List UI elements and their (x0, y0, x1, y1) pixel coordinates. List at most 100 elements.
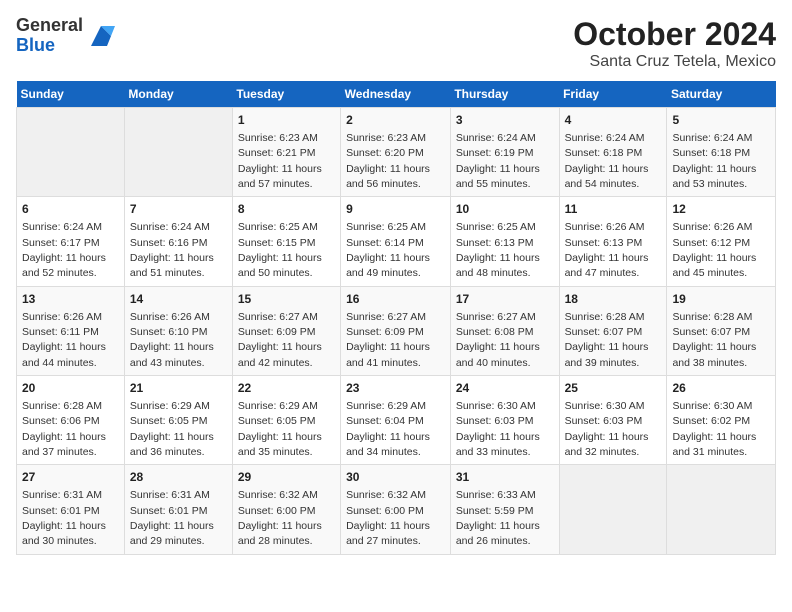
calendar-cell: 4Sunrise: 6:24 AM Sunset: 6:18 PM Daylig… (559, 108, 667, 197)
day-info: Sunrise: 6:25 AM Sunset: 6:14 PM Dayligh… (346, 221, 430, 279)
day-number: 2 (346, 112, 445, 129)
day-info: Sunrise: 6:28 AM Sunset: 6:06 PM Dayligh… (22, 400, 106, 458)
logo-general: General (16, 16, 83, 36)
header-monday: Monday (124, 81, 232, 108)
day-info: Sunrise: 6:28 AM Sunset: 6:07 PM Dayligh… (565, 311, 649, 369)
day-info: Sunrise: 6:27 AM Sunset: 6:09 PM Dayligh… (346, 311, 430, 369)
calendar-cell: 16 Sunrise: 6:27 AM Sunset: 6:09 PM Dayli… (341, 286, 451, 375)
header-thursday: Thursday (450, 81, 559, 108)
calendar-cell: 5Sunrise: 6:24 AM Sunset: 6:18 PM Daylig… (667, 108, 776, 197)
calendar-cell: 9Sunrise: 6:25 AM Sunset: 6:14 PM Daylig… (341, 197, 451, 286)
day-number: 15 (238, 291, 335, 308)
day-number: 18 (565, 291, 662, 308)
calendar-cell: 18 Sunrise: 6:28 AM Sunset: 6:07 PM Dayli… (559, 286, 667, 375)
calendar-cell: 30 Sunrise: 6:32 AM Sunset: 6:00 PM Dayli… (341, 465, 451, 554)
day-info: Sunrise: 6:32 AM Sunset: 6:00 PM Dayligh… (346, 489, 430, 547)
calendar-cell: 14 Sunrise: 6:26 AM Sunset: 6:10 PM Dayli… (124, 286, 232, 375)
calendar-cell (124, 108, 232, 197)
day-info: Sunrise: 6:29 AM Sunset: 6:05 PM Dayligh… (130, 400, 214, 458)
logo: General Blue (16, 16, 115, 56)
calendar-week-1: 1 Sunrise: 6:23 AM Sunset: 6:21 PM Daylig… (17, 108, 776, 197)
calendar-cell: 29Sunrise: 6:32 AM Sunset: 6:00 PM Dayli… (232, 465, 340, 554)
calendar-cell (667, 465, 776, 554)
calendar-cell: 7 Sunrise: 6:24 AM Sunset: 6:16 PM Daylig… (124, 197, 232, 286)
calendar-header: SundayMondayTuesdayWednesdayThursdayFrid… (17, 81, 776, 108)
calendar-cell: 27Sunrise: 6:31 AM Sunset: 6:01 PM Dayli… (17, 465, 125, 554)
calendar-cell: 13Sunrise: 6:26 AM Sunset: 6:11 PM Dayli… (17, 286, 125, 375)
page-subtitle: Santa Cruz Tetela, Mexico (573, 53, 776, 71)
header-row: SundayMondayTuesdayWednesdayThursdayFrid… (17, 81, 776, 108)
day-info: Sunrise: 6:31 AM Sunset: 6:01 PM Dayligh… (130, 489, 214, 547)
calendar-week-3: 13Sunrise: 6:26 AM Sunset: 6:11 PM Dayli… (17, 286, 776, 375)
calendar-cell: 26 Sunrise: 6:30 AM Sunset: 6:02 PM Dayli… (667, 376, 776, 465)
day-number: 7 (130, 201, 227, 218)
day-info: Sunrise: 6:26 AM Sunset: 6:10 PM Dayligh… (130, 311, 214, 369)
day-number: 23 (346, 380, 445, 397)
calendar-body: 1 Sunrise: 6:23 AM Sunset: 6:21 PM Daylig… (17, 108, 776, 555)
day-info: Sunrise: 6:29 AM Sunset: 6:05 PM Dayligh… (238, 400, 322, 458)
calendar-cell: 6 Sunrise: 6:24 AM Sunset: 6:17 PM Daylig… (17, 197, 125, 286)
day-number: 26 (672, 380, 770, 397)
day-info: Sunrise: 6:31 AM Sunset: 6:01 PM Dayligh… (22, 489, 106, 547)
header-friday: Friday (559, 81, 667, 108)
day-info: Sunrise: 6:24 AM Sunset: 6:17 PM Dayligh… (22, 221, 106, 279)
calendar-cell: 2 Sunrise: 6:23 AM Sunset: 6:20 PM Daylig… (341, 108, 451, 197)
day-info: Sunrise: 6:26 AM Sunset: 6:12 PM Dayligh… (672, 221, 756, 279)
day-info: Sunrise: 6:24 AM Sunset: 6:19 PM Dayligh… (456, 132, 540, 190)
day-info: Sunrise: 6:27 AM Sunset: 6:08 PM Dayligh… (456, 311, 540, 369)
page-header: General Blue October 2024 Santa Cruz Tet… (16, 16, 776, 71)
day-number: 21 (130, 380, 227, 397)
day-number: 29 (238, 469, 335, 486)
day-number: 14 (130, 291, 227, 308)
day-info: Sunrise: 6:24 AM Sunset: 6:18 PM Dayligh… (565, 132, 649, 190)
day-info: Sunrise: 6:27 AM Sunset: 6:09 PM Dayligh… (238, 311, 322, 369)
day-info: Sunrise: 6:26 AM Sunset: 6:11 PM Dayligh… (22, 311, 106, 369)
calendar-cell: 8 Sunrise: 6:25 AM Sunset: 6:15 PM Daylig… (232, 197, 340, 286)
calendar-cell: 19Sunrise: 6:28 AM Sunset: 6:07 PM Dayli… (667, 286, 776, 375)
day-info: Sunrise: 6:24 AM Sunset: 6:16 PM Dayligh… (130, 221, 214, 279)
page-title: October 2024 (573, 16, 776, 53)
day-number: 16 (346, 291, 445, 308)
day-number: 12 (672, 201, 770, 218)
header-sunday: Sunday (17, 81, 125, 108)
calendar-cell: 12 Sunrise: 6:26 AM Sunset: 6:12 PM Dayli… (667, 197, 776, 286)
calendar-cell: 24Sunrise: 6:30 AM Sunset: 6:03 PM Dayli… (450, 376, 559, 465)
day-info: Sunrise: 6:24 AM Sunset: 6:18 PM Dayligh… (672, 132, 756, 190)
calendar-cell: 22Sunrise: 6:29 AM Sunset: 6:05 PM Dayli… (232, 376, 340, 465)
day-number: 20 (22, 380, 119, 397)
day-number: 3 (456, 112, 554, 129)
day-number: 30 (346, 469, 445, 486)
calendar-table: SundayMondayTuesdayWednesdayThursdayFrid… (16, 81, 776, 555)
day-number: 6 (22, 201, 119, 218)
logo-text: General Blue (16, 16, 83, 56)
day-info: Sunrise: 6:23 AM Sunset: 6:20 PM Dayligh… (346, 132, 430, 190)
header-tuesday: Tuesday (232, 81, 340, 108)
day-info: Sunrise: 6:30 AM Sunset: 6:03 PM Dayligh… (565, 400, 649, 458)
title-block: October 2024 Santa Cruz Tetela, Mexico (573, 16, 776, 71)
day-number: 25 (565, 380, 662, 397)
calendar-week-2: 6 Sunrise: 6:24 AM Sunset: 6:17 PM Daylig… (17, 197, 776, 286)
day-number: 8 (238, 201, 335, 218)
calendar-cell: 21 Sunrise: 6:29 AM Sunset: 6:05 PM Dayli… (124, 376, 232, 465)
day-info: Sunrise: 6:23 AM Sunset: 6:21 PM Dayligh… (238, 132, 322, 190)
logo-icon (87, 22, 115, 50)
day-number: 1 (238, 112, 335, 129)
day-number: 31 (456, 469, 554, 486)
calendar-cell: 1 Sunrise: 6:23 AM Sunset: 6:21 PM Daylig… (232, 108, 340, 197)
calendar-cell: 20 Sunrise: 6:28 AM Sunset: 6:06 PM Dayli… (17, 376, 125, 465)
calendar-week-5: 27Sunrise: 6:31 AM Sunset: 6:01 PM Dayli… (17, 465, 776, 554)
calendar-cell: 3 Sunrise: 6:24 AM Sunset: 6:19 PM Daylig… (450, 108, 559, 197)
day-number: 17 (456, 291, 554, 308)
day-number: 11 (565, 201, 662, 218)
day-info: Sunrise: 6:30 AM Sunset: 6:03 PM Dayligh… (456, 400, 540, 458)
day-info: Sunrise: 6:28 AM Sunset: 6:07 PM Dayligh… (672, 311, 756, 369)
day-info: Sunrise: 6:26 AM Sunset: 6:13 PM Dayligh… (565, 221, 649, 279)
day-info: Sunrise: 6:29 AM Sunset: 6:04 PM Dayligh… (346, 400, 430, 458)
logo-blue: Blue (16, 36, 83, 56)
calendar-cell: 10Sunrise: 6:25 AM Sunset: 6:13 PM Dayli… (450, 197, 559, 286)
day-info: Sunrise: 6:25 AM Sunset: 6:13 PM Dayligh… (456, 221, 540, 279)
calendar-cell: 31Sunrise: 6:33 AM Sunset: 5:59 PM Dayli… (450, 465, 559, 554)
day-info: Sunrise: 6:25 AM Sunset: 6:15 PM Dayligh… (238, 221, 322, 279)
header-saturday: Saturday (667, 81, 776, 108)
day-info: Sunrise: 6:30 AM Sunset: 6:02 PM Dayligh… (672, 400, 756, 458)
